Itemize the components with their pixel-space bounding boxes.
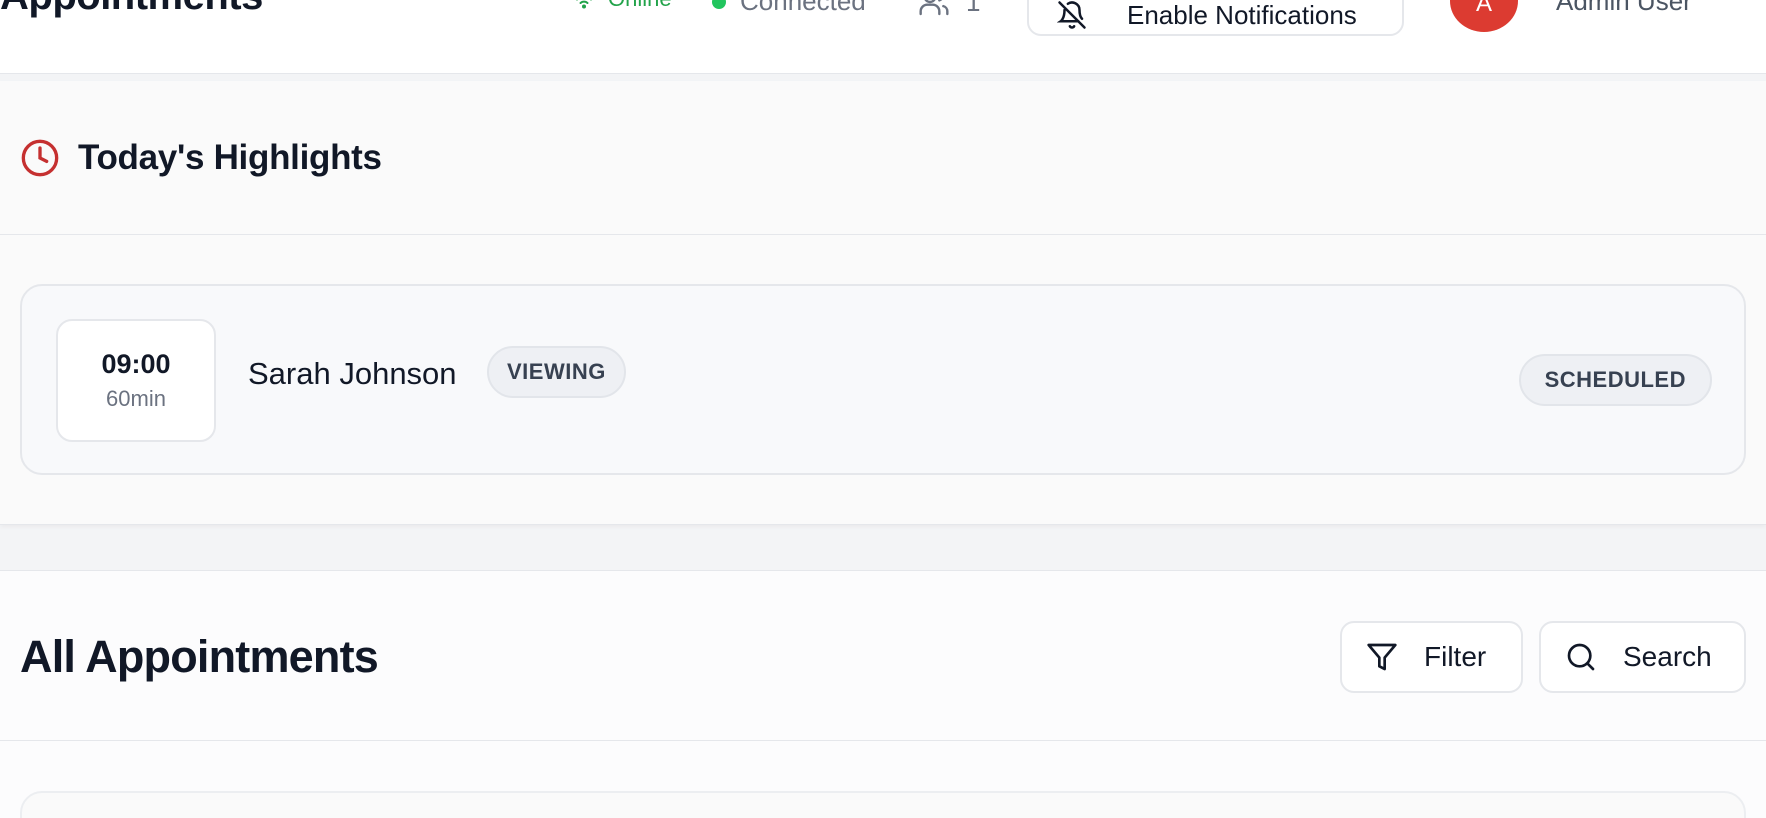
page-title: Appointments <box>0 0 263 19</box>
appointment-type-badge: VIEWING <box>487 346 626 398</box>
online-status: Online <box>572 0 672 12</box>
connected-label: Connected <box>740 0 866 16</box>
top-header: Appointments Online Connected 1 <box>0 0 1766 74</box>
highlights-header: Today's Highlights <box>0 81 1766 235</box>
enable-notifications-button[interactable]: Enable Notifications <box>1027 0 1404 36</box>
filter-label: Filter <box>1424 641 1487 672</box>
online-label: Online <box>608 0 672 12</box>
appointment-time: 09:00 <box>101 349 171 379</box>
clock-icon <box>20 138 60 178</box>
app-viewport: Appointments Online Connected 1 <box>0 0 1766 818</box>
highlights-title: Today's Highlights <box>78 137 382 177</box>
enable-notifications-label: Enable Notifications <box>1127 0 1357 30</box>
avatar-initial: A <box>1475 0 1492 17</box>
connection-status: Connected <box>712 0 866 17</box>
filter-icon <box>1366 641 1398 673</box>
bell-off-icon <box>1057 0 1087 30</box>
user-name[interactable]: Admin User <box>1556 0 1692 17</box>
all-appointments-header: All Appointments Filter Search <box>0 571 1766 741</box>
client-name: Sarah Johnson <box>248 356 457 391</box>
appointment-time-box: 09:00 60min <box>56 319 216 442</box>
all-appointments-panel: All Appointments Filter Search <box>0 570 1766 818</box>
appointments-list-card <box>20 791 1746 818</box>
wifi-icon <box>572 0 596 11</box>
search-button[interactable]: Search <box>1539 621 1746 693</box>
search-label: Search <box>1623 641 1712 672</box>
users-count-value: 1 <box>966 0 981 17</box>
active-users: 1 <box>918 0 980 18</box>
connected-dot-icon <box>712 0 726 9</box>
search-icon <box>1565 641 1597 673</box>
highlight-appointment-card[interactable]: 09:00 60min Sarah Johnson VIEWING SCHEDU… <box>20 284 1746 475</box>
appointment-duration: 60min <box>106 386 166 411</box>
filter-button[interactable]: Filter <box>1340 621 1523 693</box>
todays-highlights-panel: Today's Highlights 09:00 60min Sarah Joh… <box>0 81 1766 525</box>
appointment-status-badge: SCHEDULED <box>1518 354 1712 406</box>
user-avatar[interactable]: A <box>1450 0 1518 32</box>
all-appointments-title: All Appointments <box>20 631 379 682</box>
users-icon <box>918 0 950 18</box>
